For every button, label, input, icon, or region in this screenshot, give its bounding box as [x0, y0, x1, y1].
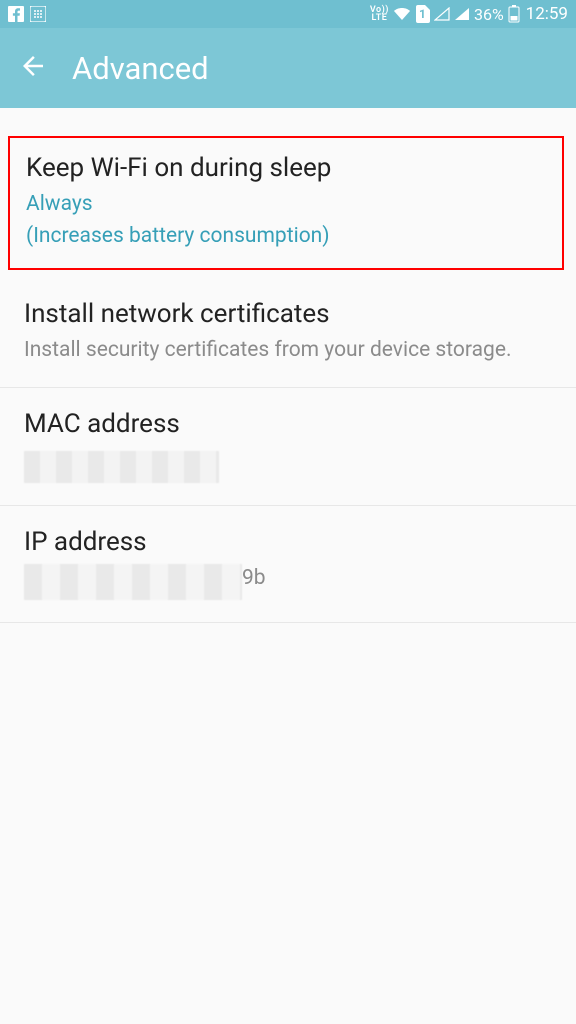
volte-icon: Vo)) LTE: [370, 6, 389, 22]
wifi-icon: [393, 7, 411, 21]
mac-address-title: MAC address: [24, 408, 552, 442]
sim-number: 1: [415, 7, 430, 21]
ip-address-redacted: [24, 564, 242, 600]
status-left: [8, 6, 46, 22]
install-certs-title: Install network certificates: [24, 298, 552, 332]
battery-icon: [508, 5, 520, 23]
status-bar: Vo)) LTE 1 36% 12:59: [0, 0, 576, 28]
app-bar: Advanced: [0, 28, 576, 108]
signal-icon: [454, 7, 470, 21]
clock: 12:59: [526, 4, 568, 24]
wifi-sleep-value: Always: [26, 190, 544, 218]
ip-address-item[interactable]: IP address 9b: [0, 506, 576, 623]
ip-address-title: IP address: [24, 526, 552, 560]
page-title: Advanced: [72, 50, 209, 87]
sim-icon: 1: [415, 5, 430, 23]
install-certs-item[interactable]: Install network certificates Install sec…: [0, 278, 576, 387]
mac-address-item[interactable]: MAC address: [0, 388, 576, 507]
facebook-icon: [8, 6, 24, 22]
wifi-sleep-title: Keep Wi-Fi on during sleep: [26, 152, 544, 186]
mac-address-redacted: [24, 451, 219, 483]
battery-percent: 36%: [474, 5, 504, 24]
settings-list: Keep Wi-Fi on during sleep Always (Incre…: [0, 136, 576, 623]
keypad-icon: [30, 6, 46, 22]
wifi-sleep-item[interactable]: Keep Wi-Fi on during sleep Always (Incre…: [8, 136, 564, 270]
status-right: Vo)) LTE 1 36% 12:59: [370, 4, 568, 24]
wifi-sleep-note: (Increases battery consumption): [26, 222, 544, 250]
back-arrow-icon[interactable]: [18, 51, 48, 85]
signal-icon-outline: [434, 7, 450, 21]
install-certs-desc: Install security certificates from your …: [24, 336, 552, 364]
